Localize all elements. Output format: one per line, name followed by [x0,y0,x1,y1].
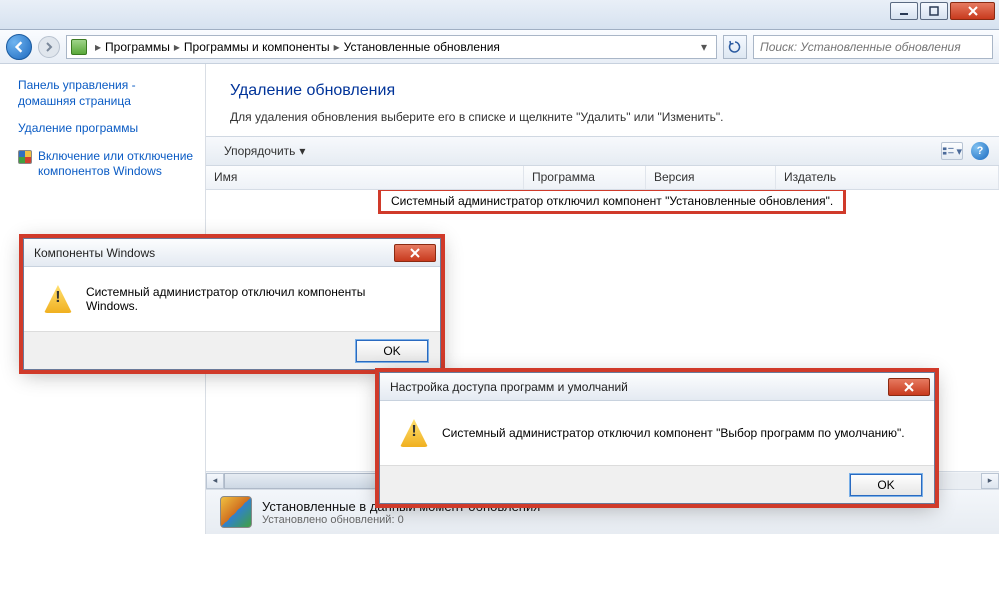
minimize-button[interactable] [890,2,918,20]
warning-icon [44,285,72,313]
column-name[interactable]: Имя [206,166,524,189]
sidebar-features-link[interactable]: Включение или отключение компонентов Win… [18,149,195,180]
column-program[interactable]: Программа [524,166,646,189]
maximize-button[interactable] [920,2,948,20]
shield-icon [18,150,32,164]
page-title: Удаление обновления [230,82,975,100]
dialog-titlebar[interactable]: Настройка доступа программ и умолчаний [380,373,934,401]
breadcrumb[interactable]: ▸ Программы ▸ Программы и компоненты ▸ У… [66,35,717,59]
sidebar-home-link[interactable]: Панель управления - домашняя страница [18,78,195,109]
scroll-right-button[interactable]: ▸ [981,473,999,489]
forward-button[interactable] [38,36,60,58]
back-button[interactable] [6,34,32,60]
organize-button[interactable]: Упорядочить ▾ [216,140,313,162]
scroll-left-button[interactable]: ◂ [206,473,224,489]
chevron-right-icon: ▸ [95,40,101,54]
window-titlebar [0,0,999,30]
programs-icon [71,39,87,55]
dialog-message: Системный администратор отключил компоне… [442,426,905,440]
dialog-windows-features: Компоненты Windows Системный администрат… [23,238,441,370]
dialog-title: Настройка доступа программ и умолчаний [390,380,628,394]
chevron-right-icon: ▸ [174,40,180,54]
nav-bar: ▸ Программы ▸ Программы и компоненты ▸ У… [0,30,999,64]
sidebar-item-label: Включение или отключение компонентов Win… [38,149,195,180]
dialog-title: Компоненты Windows [34,246,155,260]
dialog-default-programs: Настройка доступа программ и умолчаний С… [379,372,935,504]
updates-icon [220,496,252,528]
organize-label: Упорядочить [224,144,295,158]
breadcrumb-item[interactable]: Установленные обновления [344,40,500,54]
warning-icon [400,419,428,447]
dialog-titlebar[interactable]: Компоненты Windows [24,239,440,267]
ok-button[interactable]: OK [356,340,428,362]
status-count: Установлено обновлений: 0 [262,514,540,526]
view-button[interactable]: ▾ [941,142,963,160]
refresh-button[interactable] [723,35,747,59]
chevron-right-icon: ▸ [334,40,340,54]
toolbar: Упорядочить ▾ ▾ ? [206,136,999,166]
close-button[interactable] [950,2,995,20]
disabled-message: Системный администратор отключил компоне… [378,190,846,214]
chevron-down-icon[interactable]: ▾ [696,40,712,54]
dialog-close-button[interactable] [888,378,930,396]
page-subtitle: Для удаления обновления выберите его в с… [230,110,975,124]
chevron-down-icon: ▾ [956,145,962,158]
ok-button[interactable]: OK [850,474,922,496]
search-input[interactable] [753,35,993,59]
dialog-message: Системный администратор отключил компоне… [86,285,420,313]
column-version[interactable]: Версия [646,166,776,189]
dialog-close-button[interactable] [394,244,436,262]
sidebar-uninstall-link[interactable]: Удаление программы [18,121,195,137]
column-headers: Имя Программа Версия Издатель [206,166,999,190]
help-button[interactable]: ? [971,142,989,160]
chevron-down-icon: ▾ [299,144,305,158]
column-publisher[interactable]: Издатель [776,166,999,189]
breadcrumb-item[interactable]: Программы и компоненты [184,40,330,54]
breadcrumb-item[interactable]: Программы [105,40,170,54]
